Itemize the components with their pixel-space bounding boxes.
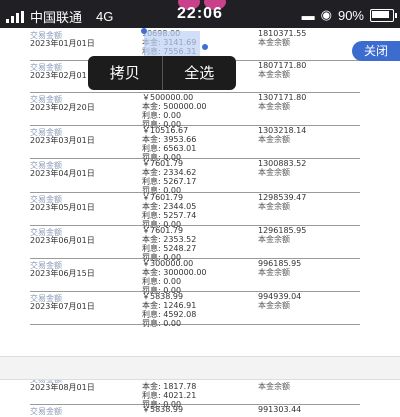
transaction-date: 2023年02月20日 [30,103,95,112]
amount-line: ￥300000.00 [142,259,194,268]
balance-label: 本金余额 [258,202,290,211]
battery-percent: 90% [337,7,364,23]
amount-line: 本金: 2344.05 [142,202,197,211]
balance-value: 1303218.14 [258,126,307,135]
amount-detail: ￥5838.99 本金: 1246.91 利息: 4592.08 罚息: 0.00 [142,292,196,328]
amount-line: ￥7601.79 [142,226,184,235]
amount-line: 本金: 500000.00 [142,102,207,111]
transaction-date: 2023年03月01日 [30,136,95,145]
select-all-button[interactable]: 全选 [163,56,237,90]
balance-detail: 996185.95 本金余额 [258,259,301,277]
amount-line: 利息: 5248.27 [142,244,197,253]
balance-label: 本金余额 [258,70,290,79]
battery-icon [370,8,397,22]
transaction-date: 2023年02月01日 [30,71,95,80]
eye-icon: ◉ [320,7,332,22]
selection-context-menu: 拷贝 全选 [88,56,236,90]
amount-line: 利息: 0.00 [142,277,182,286]
transaction-row: 交易金额 2023年07月01日 ￥5838.99 本金: 1246.91 利息: 45… [30,291,360,328]
balance-detail: 994939.04 本金余额 [258,292,301,310]
balance-detail: 1807171.80 本金余额 [258,61,306,79]
amount-line: 利息: 6563.01 [142,144,197,153]
balance-detail: 1298539.47 本金余额 [258,193,306,211]
selection-start-handle[interactable] [141,28,147,34]
balance-label: 本金余额 [258,168,290,177]
amount-detail: ￥7601.79 本金: 2334.62 利息: 5267.17 罚息: 0.00 [142,159,196,195]
amount-line: 利息: 5267.17 [142,177,197,186]
balance-detail: 1303218.14 本金余额 [258,126,306,144]
amount-line: ￥10516.67 [142,126,189,135]
amount-line: ￥5838.99 [142,405,184,414]
transaction-date: 2023年08月01日 [30,383,95,392]
transaction-row: 交易金额 ￥5838.99 991303.44 [30,404,360,416]
balance-value: 1807171.80 [258,61,307,70]
amount-line: 本金: 1246.91 [142,301,197,310]
amount-line: 利息: 0.00 [142,111,182,120]
balance-label: 本金余额 [258,235,290,244]
amount-detail: ￥300000.00 本金: 300000.00 利息: 0.00 罚息: 0.00 [142,259,207,295]
transaction-date: 2023年06月15日 [30,269,95,278]
amount-line: 利息: 5257.74 [142,211,197,220]
amount-line: 本金: 2353.52 [142,235,197,244]
transaction-row: 交易金额 2023年03月01日 ￥10516.67 本金: 3953.66 利息: 6… [30,125,360,162]
balance-label: 本金余额 [258,102,290,111]
balance-value: 996185.95 [258,259,302,268]
amount-line: ￥7601.79 [142,193,184,202]
text-selection-highlight [144,31,200,57]
balance-label: 本金余额 [258,135,290,144]
transaction-date: 2023年05月01日 [30,203,95,212]
amount-detail: ￥500000.00 本金: 500000.00 利息: 0.00 罚息: 0.00 [142,93,207,129]
balance-value: 994939.04 [258,292,302,301]
transaction-row: 交易金额 2023年04月01日 ￥7601.79 本金: 2334.62 利息: 52… [30,158,360,195]
balance-detail: 1810371.55 本金余额 [258,29,306,47]
amount-line: 本金: 2334.62 [142,168,197,177]
status-bar: 中国联通 4G 22:06 ▬ ◉ 90% [0,0,400,28]
amount-label: 交易金额 [30,407,62,416]
transaction-date: 2023年07月01日 [30,302,95,311]
balance-detail: 1296185.95 本金余额 [258,226,306,244]
transaction-date: 2023年01月01日 [30,39,95,48]
transaction-row: 交易金额 2023年02月20日 ￥500000.00 本金: 500000.00 利息… [30,92,360,129]
balance-detail: 1307171.80 本金余额 [258,93,306,111]
balance-value: 1307171.80 [258,93,307,102]
amount-line: ￥7601.79 [142,159,184,168]
transaction-row: 交易金额 2023年06月01日 ￥7601.79 本金: 2353.52 利息: 52… [30,225,360,262]
balance-label: 本金余额 [258,38,290,47]
close-button[interactable]: 关闭 [352,41,400,61]
balance-value: 1300883.52 [258,159,307,168]
amount-line: 罚息: 0.00 [142,319,182,328]
amount-detail: ￥7601.79 本金: 2353.52 利息: 5248.27 罚息: 0.00 [142,226,196,262]
balance-value: 1296185.95 [258,226,307,235]
balance-label: 本金余额 [258,268,290,277]
balance-value: 991303.44 [258,405,302,414]
amount-detail: ￥10516.67 本金: 3953.66 利息: 6563.01 罚息: 0.00 [142,126,196,162]
balance-detail: 991303.44 [258,405,301,414]
balance-label: 本金余额 [258,382,290,391]
amount-line: 本金: 300000.00 [142,268,207,277]
status-right: ▬ ◉ 90% [301,7,397,23]
amount-line: 本金: 3953.66 [142,135,197,144]
selection-end-handle[interactable] [202,44,208,50]
amount-detail: ￥7601.79 本金: 2344.05 利息: 5257.74 罚息: 0.00 [142,193,196,229]
transaction-date: 2023年06月01日 [30,236,95,245]
amount-line: 利息: 4021.21 [142,391,197,400]
amount-line: ￥500000.00 [142,93,194,102]
balance-label: 本金余额 [258,301,290,310]
amount-line: 利息: 4592.08 [142,310,197,319]
transaction-date: 2023年04月01日 [30,169,95,178]
balance-detail: 1300883.52 本金余额 [258,159,306,177]
car-icon: ▬ [301,7,315,23]
copy-button[interactable]: 拷贝 [88,56,162,90]
amount-line: 本金: 1817.78 [142,382,197,391]
transaction-row: 交易金额 2023年05月01日 ￥7601.79 本金: 2344.05 利息: 52… [30,192,360,229]
amount-detail: ￥5838.99 [142,405,183,414]
amount-line: ￥5838.99 [142,292,184,301]
balance-value: 1810371.55 [258,29,307,38]
list-separator [0,356,400,380]
transaction-row: 交易金额 2023年06月15日 ￥300000.00 本金: 300000.00 利息… [30,258,360,295]
balance-value: 1298539.47 [258,193,307,202]
